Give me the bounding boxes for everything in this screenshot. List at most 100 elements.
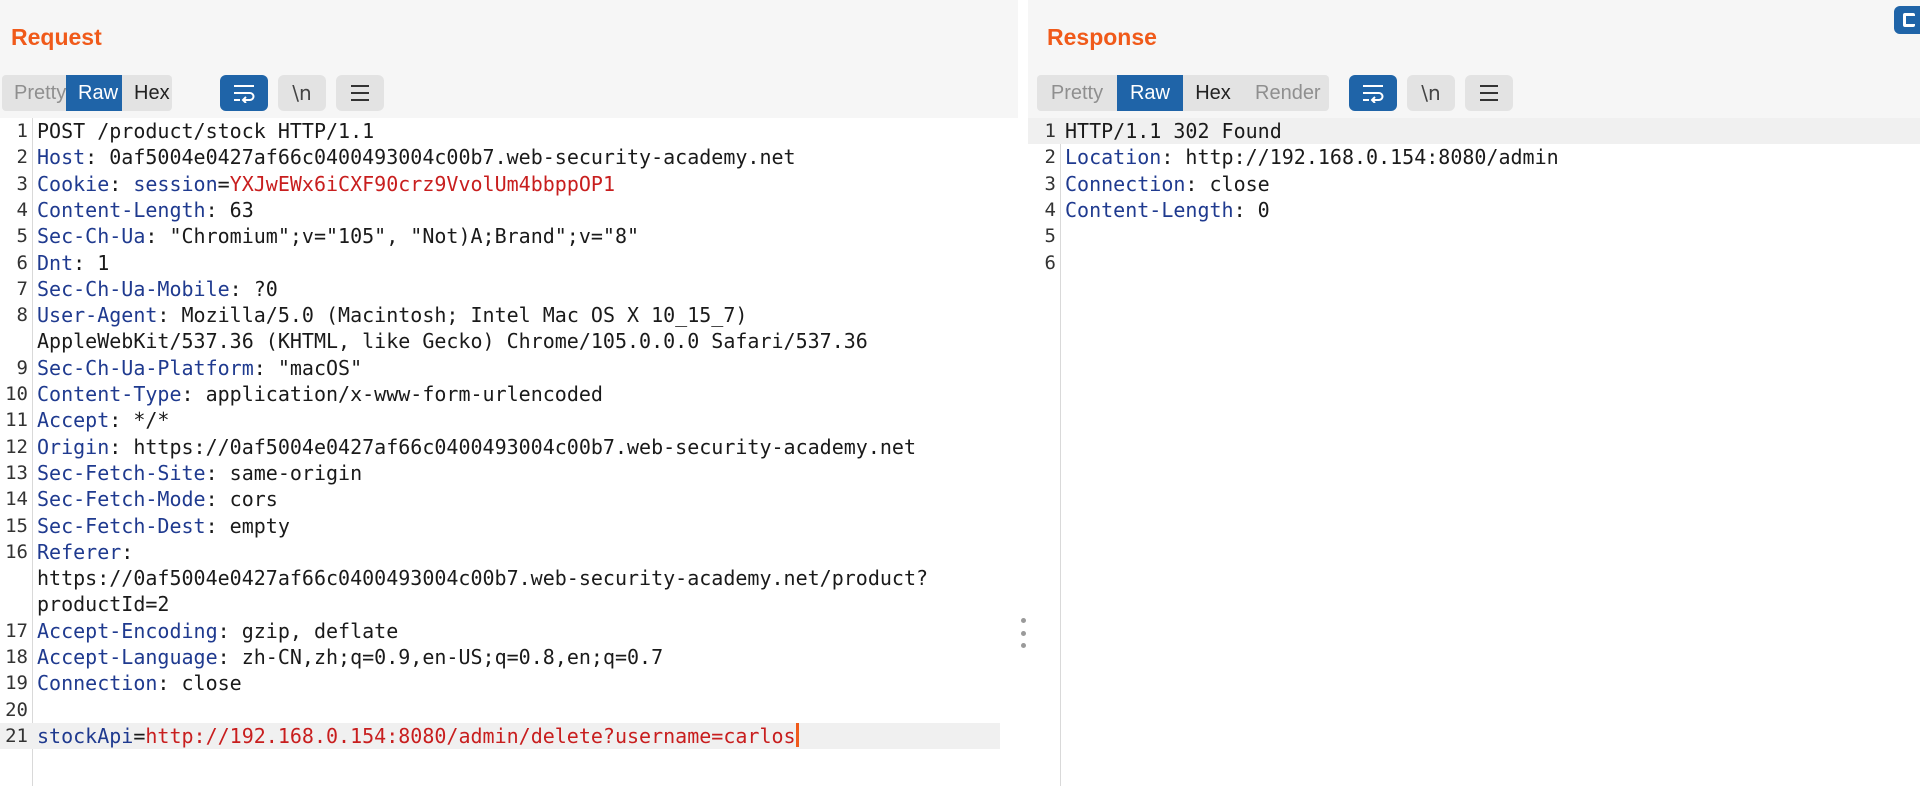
header-name: User-Agent xyxy=(37,303,158,328)
request-tab-raw[interactable]: Raw xyxy=(66,75,122,111)
line-content: Accept-Language: zh-CN,zh;q=0.9,en-US;q=… xyxy=(37,644,663,670)
request-code-line[interactable]: 16 Referer: xyxy=(0,539,1018,565)
line-number: 15 xyxy=(5,514,28,537)
request-code-line[interactable]: 10 Content-Type: application/x-www-form-u… xyxy=(0,381,1018,407)
line-number: 6 xyxy=(1044,251,1056,274)
request-code-line[interactable]: 2 Host: 0af5004e0427af66c0400493004c00b7.… xyxy=(0,144,1018,170)
line-content: Sec-Ch-Ua: "Chromium";v="105", "Not)A;Br… xyxy=(37,223,639,249)
line-content: Sec-Ch-Ua-Platform: "macOS" xyxy=(37,355,362,381)
response-code-line[interactable]: 6 xyxy=(1028,250,1920,276)
request-code-line[interactable]: 1 POST /product/stock HTTP/1.1 xyxy=(0,118,1018,144)
header-name: Accept-Encoding xyxy=(37,618,218,643)
text-segment: : "Chromium";v="105", "Not)A;Brand";v="8… xyxy=(145,224,640,249)
request-code-line[interactable]: https://0af5004e0427af66c0400493004c00b7… xyxy=(0,565,1018,591)
request-code-line[interactable]: 12 Origin: https://0af5004e0427af66c04004… xyxy=(0,434,1018,460)
request-code-line[interactable]: 19 Connection: close xyxy=(0,670,1018,696)
text-segment: : 0af5004e0427af66c0400493004c00b7.web-s… xyxy=(85,145,796,170)
request-editor[interactable]: 1 POST /product/stock HTTP/1.1 2 Host: 0af5… xyxy=(0,118,1018,786)
request-code-line[interactable]: productId=2 xyxy=(0,591,1018,617)
line-number: 4 xyxy=(16,198,28,221)
line-number: 7 xyxy=(16,277,28,300)
request-code-line[interactable]: AppleWebKit/537.36 (KHTML, like Gecko) C… xyxy=(0,328,1018,354)
layout-toggle-icon[interactable] xyxy=(1894,6,1920,34)
response-tab-pretty[interactable]: Pretty xyxy=(1037,75,1117,111)
hamburger-menu-icon[interactable] xyxy=(336,75,384,111)
response-code-line[interactable]: 3 Connection: close xyxy=(1028,171,1920,197)
word-wrap-icon[interactable] xyxy=(1349,75,1397,111)
text-segment: = xyxy=(133,723,146,748)
line-content: Connection: close xyxy=(37,670,242,696)
request-code-line[interactable]: 17 Accept-Encoding: gzip, deflate xyxy=(0,618,1018,644)
line-number: 2 xyxy=(16,146,28,169)
request-code-line[interactable]: 15 Sec-Fetch-Dest: empty xyxy=(0,513,1018,539)
response-tab-render[interactable]: Render xyxy=(1243,75,1329,111)
request-code-line[interactable]: 5 Sec-Ch-Ua: "Chromium";v="105", "Not)A;B… xyxy=(0,223,1018,249)
response-header: Response Pretty Raw Hex Render \n xyxy=(1028,0,1920,118)
line-content: Cookie: session=YXJwEWx6iCXF90crz9VvolUm… xyxy=(37,171,615,197)
response-code-line[interactable]: 5 xyxy=(1028,223,1920,249)
response-code-line[interactable]: 1 HTTP/1.1 302 Found xyxy=(1028,118,1920,144)
line-content: productId=2 xyxy=(37,591,169,617)
request-code-line[interactable]: 7 Sec-Ch-Ua-Mobile: ?0 xyxy=(0,276,1018,302)
line-number: 14 xyxy=(5,488,28,511)
line-number: 19 xyxy=(5,672,28,695)
request-code-line[interactable]: 14 Sec-Fetch-Mode: cors xyxy=(0,486,1018,512)
word-wrap-icon[interactable] xyxy=(220,75,268,111)
line-content: Dnt: 1 xyxy=(37,250,109,276)
show-newlines-icon[interactable]: \n xyxy=(278,75,326,111)
param-value: YXJwEWx6iCXF90crz9VvolUm4bbppOP1 xyxy=(229,171,615,196)
response-tab-raw[interactable]: Raw xyxy=(1117,75,1183,111)
line-content: Accept-Encoding: gzip, deflate xyxy=(37,618,398,644)
request-tab-hex[interactable]: Hex xyxy=(122,75,172,111)
line-number: 5 xyxy=(16,225,28,248)
hamburger-menu-icon[interactable] xyxy=(1465,75,1513,111)
request-code-line[interactable]: 6 Dnt: 1 xyxy=(0,250,1018,276)
line-number: 5 xyxy=(1044,225,1056,248)
line-content: Sec-Fetch-Dest: empty xyxy=(37,513,290,539)
response-code-line[interactable]: 2 Location: http://192.168.0.154:8080/adm… xyxy=(1028,144,1920,170)
request-header: Request Pretty Raw Hex \n xyxy=(0,0,1018,118)
line-content: Location: http://192.168.0.154:8080/admi… xyxy=(1065,144,1559,170)
request-code-line[interactable]: 3 Cookie: session=YXJwEWx6iCXF90crz9VvolU… xyxy=(0,171,1018,197)
text-segment: : close xyxy=(1185,171,1270,196)
header-name: Accept xyxy=(37,408,110,433)
param-name: stockApi xyxy=(37,723,134,748)
request-code-line[interactable]: 9 Sec-Ch-Ua-Platform: "macOS" xyxy=(0,355,1018,381)
text-segment: : gzip, deflate xyxy=(217,618,399,643)
show-newlines-icon[interactable]: \n xyxy=(1407,75,1455,111)
request-code-line[interactable]: 8 User-Agent: Mozilla/5.0 (Macintosh; Int… xyxy=(0,302,1018,328)
line-content: Content-Length: 0 xyxy=(1065,197,1270,223)
request-code-line[interactable]: 21 stockApi=http://192.168.0.154:8080/adm… xyxy=(0,722,1000,749)
text-caret xyxy=(795,722,799,747)
text-segment: : ?0 xyxy=(229,276,278,301)
text-segment: : 1 xyxy=(73,250,110,275)
request-code-line[interactable]: 4 Content-Length: 63 xyxy=(0,197,1018,223)
line-number: 20 xyxy=(5,698,28,721)
line-content: Connection: close xyxy=(1065,171,1270,197)
request-code-line[interactable]: 11 Accept: */* xyxy=(0,407,1018,433)
text-segment: : xyxy=(109,171,134,196)
request-code-line[interactable]: 20 xyxy=(0,697,1018,723)
param-name: session xyxy=(133,171,218,196)
header-name: Sec-Fetch-Site xyxy=(37,460,206,485)
response-editor[interactable]: 1 HTTP/1.1 302 Found 2 Location: http://192… xyxy=(1028,118,1920,786)
text-segment: : application/x-www-form-urlencoded xyxy=(181,382,603,406)
request-code-line[interactable]: 18 Accept-Language: zh-CN,zh;q=0.9,en-US;… xyxy=(0,644,1018,670)
line-content: https://0af5004e0427af66c0400493004c00b7… xyxy=(37,565,928,591)
request-title: Request xyxy=(11,24,102,50)
line-number: 21 xyxy=(5,724,28,747)
line-number: 8 xyxy=(16,304,28,327)
line-content: Referer: xyxy=(37,539,133,565)
request-view-tabs: Pretty Raw Hex xyxy=(2,75,172,111)
line-number: 6 xyxy=(16,251,28,274)
header-name: Content-Length xyxy=(37,197,206,222)
response-tab-hex[interactable]: Hex xyxy=(1183,75,1243,111)
request-tab-pretty[interactable]: Pretty xyxy=(2,75,66,111)
line-number: 4 xyxy=(1044,198,1056,221)
panel-resize-handle-icon[interactable] xyxy=(1019,618,1027,648)
request-panel: Request Pretty Raw Hex \n 1 POST /produc… xyxy=(0,0,1018,786)
response-code-line[interactable]: 4 Content-Length: 0 xyxy=(1028,197,1920,223)
line-content: Accept: */* xyxy=(37,407,169,433)
newline-label: \n xyxy=(292,81,312,105)
request-code-line[interactable]: 13 Sec-Fetch-Site: same-origin xyxy=(0,460,1018,486)
